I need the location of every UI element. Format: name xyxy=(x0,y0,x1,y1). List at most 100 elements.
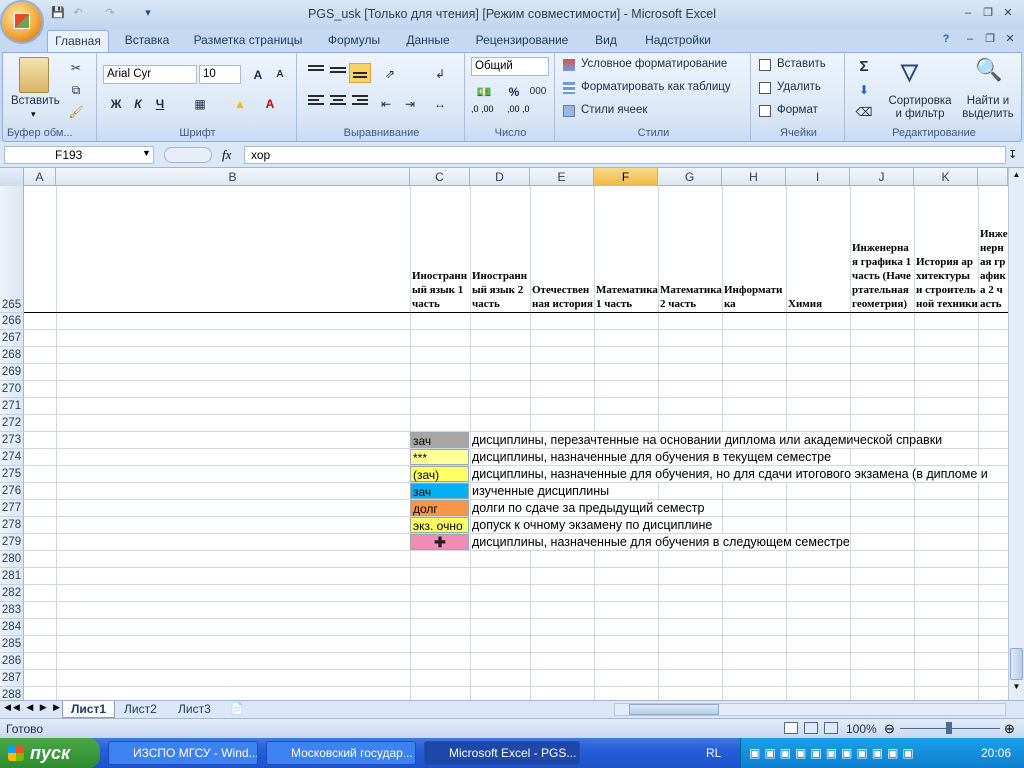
undo-icon[interactable]: ↶ xyxy=(70,5,86,21)
legend-swatch[interactable]: зач xyxy=(410,432,469,448)
orientation-icon[interactable]: ⇗ xyxy=(379,63,401,83)
zoom-slider-thumb[interactable] xyxy=(946,722,952,734)
name-box-dropdown-icon[interactable]: ▼ xyxy=(142,148,151,158)
format-painter-icon[interactable]: 🖌 xyxy=(65,101,87,121)
increase-indent-icon[interactable]: ⇥ xyxy=(399,93,421,113)
col-header-j[interactable]: J xyxy=(850,168,914,186)
row-header[interactable]: 284 xyxy=(0,619,24,636)
save-icon[interactable]: 💾 xyxy=(50,5,66,21)
sort-filter-button[interactable]: Сортировка и фильтр xyxy=(887,95,953,121)
bold-button[interactable]: Ж xyxy=(105,93,127,113)
font-name-select[interactable]: Arial Cyr xyxy=(103,65,197,84)
horizontal-scrollbar[interactable] xyxy=(614,703,1006,716)
row-header[interactable]: 275 xyxy=(0,466,24,483)
page-layout-view-icon[interactable] xyxy=(804,722,818,734)
vertical-scroll-thumb[interactable] xyxy=(1010,648,1023,680)
row-header[interactable]: 286 xyxy=(0,653,24,670)
col-header-a[interactable]: A xyxy=(24,168,56,186)
col-header-h[interactable]: H xyxy=(722,168,786,186)
legend-swatch[interactable]: зач xyxy=(410,483,469,499)
tab-data[interactable]: Данные xyxy=(398,30,458,52)
clear-icon[interactable]: ⌫ xyxy=(853,101,875,121)
row-header[interactable]: 283 xyxy=(0,602,24,619)
select-all-corner[interactable] xyxy=(0,168,24,186)
row-header[interactable]: 272 xyxy=(0,415,24,432)
redo-icon[interactable]: ↷ xyxy=(102,5,118,21)
tab-view[interactable]: Вид xyxy=(588,30,624,52)
decrease-indent-icon[interactable]: ⇤ xyxy=(375,93,397,113)
tab-addins[interactable]: Надстройки xyxy=(636,30,720,52)
insert-function-icon[interactable]: fx xyxy=(222,147,231,163)
shrink-font-icon[interactable]: A xyxy=(269,64,291,84)
col-header-d[interactable]: D xyxy=(470,168,530,186)
col-header-e[interactable]: E xyxy=(530,168,594,186)
row-header[interactable]: 280 xyxy=(0,551,24,568)
row-header[interactable]: 274 xyxy=(0,449,24,466)
row-header[interactable]: 271 xyxy=(0,398,24,415)
cell-styles-button[interactable]: Стили ячеек xyxy=(581,104,647,116)
scroll-up-icon[interactable]: ▲ xyxy=(1010,170,1023,184)
tab-insert[interactable]: Вставка xyxy=(115,30,179,52)
insert-sheet-icon[interactable]: 📄 xyxy=(230,702,244,715)
row-header[interactable]: 268 xyxy=(0,347,24,364)
tab-page-layout[interactable]: Разметка страницы xyxy=(188,30,308,52)
formula-input[interactable]: хор xyxy=(244,146,1006,164)
col-header-l[interactable] xyxy=(978,168,1008,186)
format-table-button[interactable]: Форматировать как таблицу xyxy=(581,81,731,93)
currency-icon[interactable]: 💵 xyxy=(473,81,495,101)
tray-icons[interactable]: ▣▣▣▣▣▣▣▣▣▣▣ xyxy=(749,746,918,760)
tab-review[interactable]: Рецензирование xyxy=(468,30,576,52)
percent-button[interactable]: % xyxy=(503,81,525,101)
align-center-icon[interactable] xyxy=(327,93,349,113)
taskbar-item-excel[interactable]: Microsoft Excel - PGS... xyxy=(424,741,580,765)
row-header[interactable]: 277 xyxy=(0,500,24,517)
customize-qat-icon[interactable]: ▾ xyxy=(140,5,156,21)
horizontal-scroll-thumb[interactable] xyxy=(629,704,719,715)
col-header-f[interactable]: F xyxy=(594,168,658,186)
col-header-k[interactable]: K xyxy=(914,168,978,186)
col-header-i[interactable]: I xyxy=(786,168,850,186)
minimize-button[interactable]: – xyxy=(960,6,976,20)
col-header-b[interactable]: B xyxy=(56,168,410,186)
fill-color-icon[interactable]: ▲ xyxy=(229,93,251,113)
font-color-icon[interactable]: A xyxy=(259,93,281,113)
row-header[interactable]: 278 xyxy=(0,517,24,534)
cut-icon[interactable]: ✂ xyxy=(65,57,87,77)
wb-restore-button[interactable]: ❐ xyxy=(982,32,998,46)
zoom-out-icon[interactable]: ⊖ xyxy=(884,721,895,737)
row-header[interactable]: 276 xyxy=(0,483,24,500)
find-select-button[interactable]: Найти и выделить xyxy=(957,95,1019,121)
row-header[interactable]: 267 xyxy=(0,330,24,347)
delete-cells-button[interactable]: Удалить xyxy=(777,81,821,93)
col-header-c[interactable]: C xyxy=(410,168,470,186)
help-icon[interactable]: ? xyxy=(938,32,954,46)
copy-icon[interactable]: ⧉ xyxy=(65,79,87,99)
legend-swatch[interactable]: экз. очно xyxy=(410,517,469,533)
paste-dropdown-icon[interactable]: ▾ xyxy=(31,109,36,120)
decrease-decimal-button[interactable]: ,00 ,0 xyxy=(507,105,543,114)
language-indicator[interactable]: RL xyxy=(706,746,721,760)
align-bottom-icon[interactable] xyxy=(349,63,371,83)
spreadsheet-grid[interactable]: A B C D E F G H I J K 265 Иностранный яз… xyxy=(0,168,1008,700)
increase-decimal-button[interactable]: ,0 ,00 xyxy=(471,105,507,114)
merge-center-icon[interactable]: ↔ xyxy=(429,93,451,113)
row-header[interactable]: 279 xyxy=(0,534,24,551)
wrap-text-icon[interactable]: ↲ xyxy=(429,63,451,83)
row-header-265[interactable]: 265 xyxy=(0,186,24,313)
scroll-down-icon[interactable]: ▼ xyxy=(1010,682,1023,696)
row-header[interactable]: 269 xyxy=(0,364,24,381)
restore-button[interactable]: ❐ xyxy=(980,6,996,20)
borders-icon[interactable]: ▦ xyxy=(189,93,211,113)
sheet-tab-1[interactable]: Лист1 xyxy=(62,701,116,718)
paste-button[interactable]: Вставить xyxy=(11,95,60,107)
zoom-in-icon[interactable]: ⊕ xyxy=(1004,721,1015,737)
name-box[interactable]: F193 xyxy=(4,146,154,164)
expand-formula-icon[interactable]: ↧ xyxy=(1008,148,1017,161)
taskbar-item-2[interactable]: Московский государ... xyxy=(266,741,416,765)
sheet-tab-2[interactable]: Лист2 xyxy=(116,701,165,718)
sheet-tab-3[interactable]: Лист3 xyxy=(170,701,219,718)
page-break-view-icon[interactable] xyxy=(824,722,838,734)
italic-button[interactable]: К xyxy=(127,93,149,113)
legend-swatch[interactable]: *** xyxy=(410,449,469,465)
zoom-level[interactable]: 100% xyxy=(846,722,877,736)
